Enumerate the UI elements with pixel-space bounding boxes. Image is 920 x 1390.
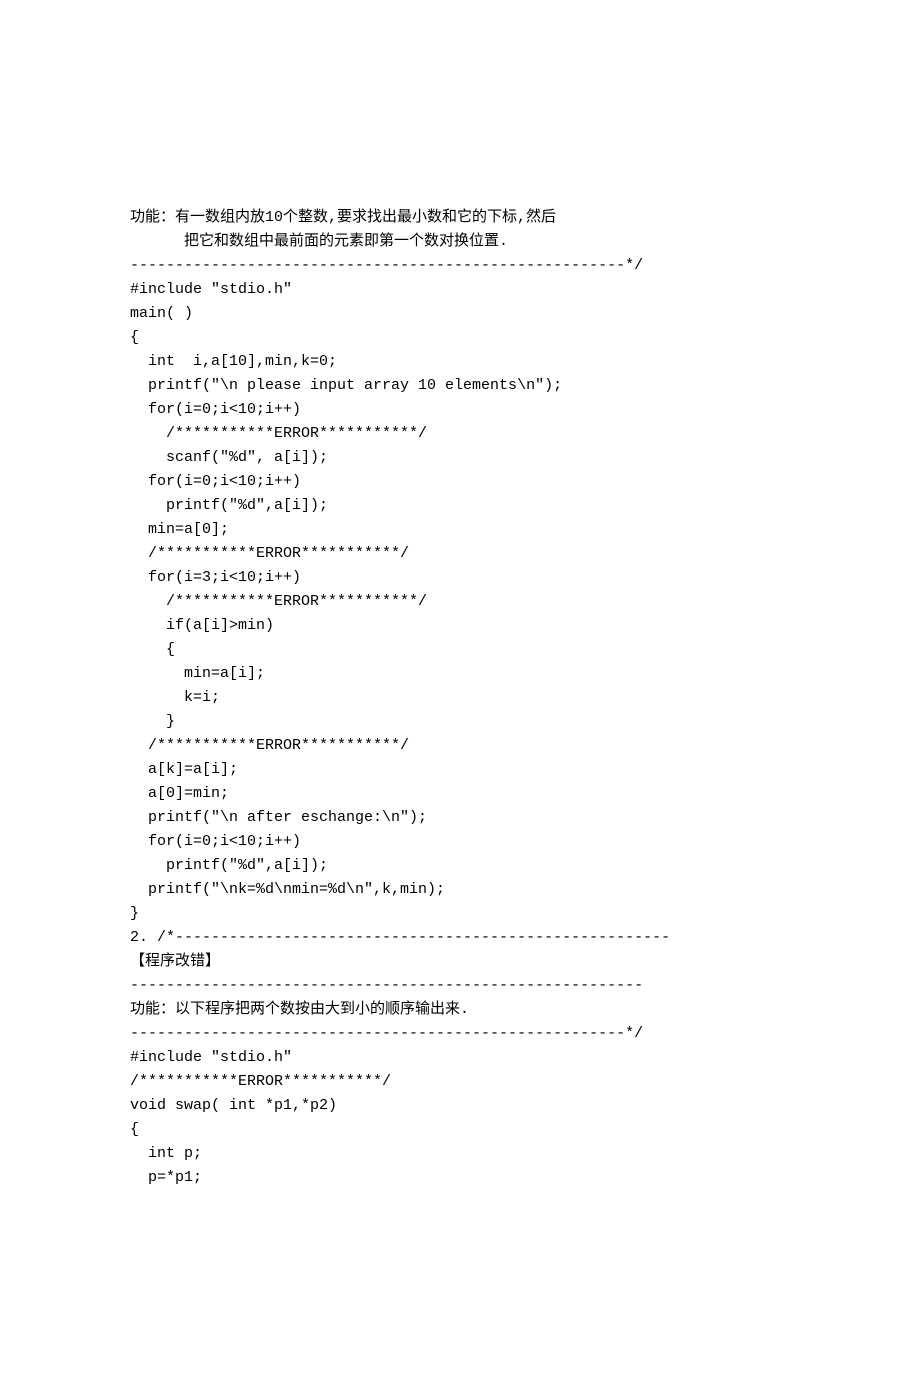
code-line: p=*p1;: [130, 1166, 790, 1190]
code-line: {: [130, 638, 790, 662]
code-line: /***********ERROR***********/: [130, 422, 790, 446]
code-line: printf("\nk=%d\nmin=%d\n",k,min);: [130, 878, 790, 902]
code-line: for(i=0;i<10;i++): [130, 398, 790, 422]
code-line: min=a[i];: [130, 662, 790, 686]
code-line: min=a[0];: [130, 518, 790, 542]
code-line: a[k]=a[i];: [130, 758, 790, 782]
code-line: /***********ERROR***********/: [130, 590, 790, 614]
code-line: #include "stdio.h": [130, 278, 790, 302]
code-line: if(a[i]>min): [130, 614, 790, 638]
code-line: }: [130, 902, 790, 926]
code-line: int i,a[10],min,k=0;: [130, 350, 790, 374]
code-line: for(i=3;i<10;i++): [130, 566, 790, 590]
code-line: void swap( int *p1,*p2): [130, 1094, 790, 1118]
code-line: {: [130, 326, 790, 350]
code-line: int p;: [130, 1142, 790, 1166]
code-line: 把它和数组中最前面的元素即第一个数对换位置.: [130, 230, 790, 254]
code-line: a[0]=min;: [130, 782, 790, 806]
code-line: for(i=0;i<10;i++): [130, 470, 790, 494]
code-line: #include "stdio.h": [130, 1046, 790, 1070]
code-line: ----------------------------------------…: [130, 254, 790, 278]
code-line: }: [130, 710, 790, 734]
code-line: 2. /*-----------------------------------…: [130, 926, 790, 950]
code-line: /***********ERROR***********/: [130, 542, 790, 566]
code-line: ----------------------------------------…: [130, 1022, 790, 1046]
code-line: ----------------------------------------…: [130, 974, 790, 998]
document-body: 功能：有一数组内放10个整数,要求找出最小数和它的下标,然后 把它和数组中最前面…: [130, 206, 790, 1190]
code-line: for(i=0;i<10;i++): [130, 830, 790, 854]
code-line: 功能：有一数组内放10个整数,要求找出最小数和它的下标,然后: [130, 206, 790, 230]
code-line: scanf("%d", a[i]);: [130, 446, 790, 470]
code-line: /***********ERROR***********/: [130, 734, 790, 758]
code-line: printf("\n after eschange:\n");: [130, 806, 790, 830]
code-line: printf("\n please input array 10 element…: [130, 374, 790, 398]
code-line: printf("%d",a[i]);: [130, 494, 790, 518]
code-line: k=i;: [130, 686, 790, 710]
code-line: /***********ERROR***********/: [130, 1070, 790, 1094]
code-line: printf("%d",a[i]);: [130, 854, 790, 878]
code-line: 【程序改错】: [130, 950, 790, 974]
code-line: {: [130, 1118, 790, 1142]
code-line: 功能：以下程序把两个数按由大到小的顺序输出来.: [130, 998, 790, 1022]
code-line: main( ): [130, 302, 790, 326]
